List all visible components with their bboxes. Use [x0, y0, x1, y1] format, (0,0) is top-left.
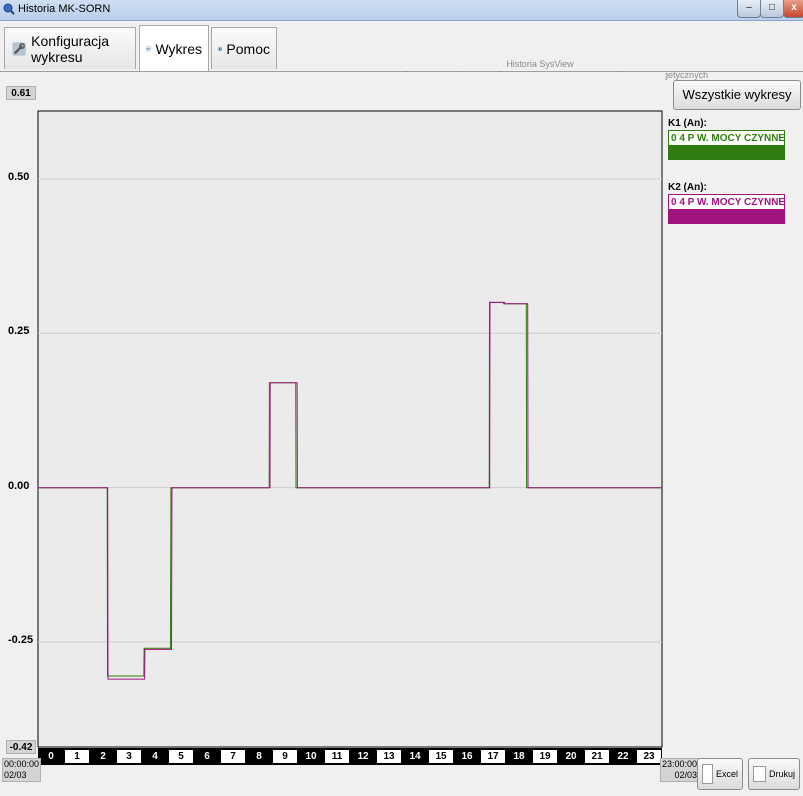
x-tick-label: 20 [559, 750, 583, 763]
x-tick-label: 19 [533, 750, 557, 763]
x-tick-label: 22 [611, 750, 635, 763]
x-tick-label: 5 [169, 750, 193, 763]
start-date: 02/03 [4, 770, 27, 780]
k2-label: K2 (An): [668, 182, 707, 193]
k1-label: K1 (An): [668, 118, 707, 129]
x-tick-label: 21 [585, 750, 609, 763]
printer-icon [753, 766, 766, 782]
x-tick-label: 11 [325, 750, 349, 763]
all-charts-button[interactable]: Wszystkie wykresy [673, 80, 801, 110]
x-tick-label: 3 [117, 750, 141, 763]
k1-series-box[interactable]: 0 4 P W. MOCY CZYNNEJ P [668, 130, 785, 160]
x-tick-label: 8 [247, 750, 271, 763]
k2-color-swatch [669, 209, 784, 223]
x-tick-label: 2 [91, 750, 115, 763]
x-tick-label: 0 [39, 750, 63, 763]
x-start-time: 00:00:00 02/03 [2, 758, 42, 782]
y-tick-label: -0.25 [8, 634, 34, 647]
k2-series-box[interactable]: 0 4 P W. MOCY CZYNNEJ P [668, 194, 785, 224]
print-button[interactable]: Drukuj [748, 758, 800, 790]
y-tick-label: 0.25 [8, 325, 30, 338]
excel-button[interactable]: Excel [697, 758, 743, 790]
plot-background [37, 110, 663, 748]
k1-color-swatch [669, 145, 784, 159]
y-max-label: 0.61 [6, 86, 36, 100]
x-tick-label: 18 [507, 750, 531, 763]
y-min-label: -0.42 [6, 740, 36, 754]
x-tick-label: 6 [195, 750, 219, 763]
y-tick-label: 0.00 [8, 479, 30, 492]
x-tick-label: 23 [637, 750, 661, 763]
x-tick-label: 14 [403, 750, 427, 763]
x-tick-label: 10 [299, 750, 323, 763]
x-tick-label: 4 [143, 750, 167, 763]
x-axis-bar: 0 1 2 3 4 5 6 7 8 9 10 11 12 13 14 15 16 17 18 19 20 21 22 23 [38, 748, 662, 765]
x-tick-label: 1 [65, 750, 89, 763]
start-time: 00:00:00 [4, 759, 40, 769]
x-tick-label: 12 [351, 750, 375, 763]
excel-icon [702, 764, 713, 784]
x-tick-label: 17 [481, 750, 505, 763]
x-tick-label: 7 [221, 750, 245, 763]
print-label: Drukuj [768, 769, 795, 779]
side-panel: Wszystkie wykresy K1 (An): 0 4 P W. MOCY… [665, 72, 803, 796]
x-tick-label: 15 [429, 750, 453, 763]
x-tick-label: 13 [377, 750, 401, 763]
x-tick-label: 9 [273, 750, 297, 763]
excel-label: Excel [715, 769, 738, 779]
x-tick-label: 16 [455, 750, 479, 763]
y-tick-label: 0.50 [8, 170, 30, 183]
